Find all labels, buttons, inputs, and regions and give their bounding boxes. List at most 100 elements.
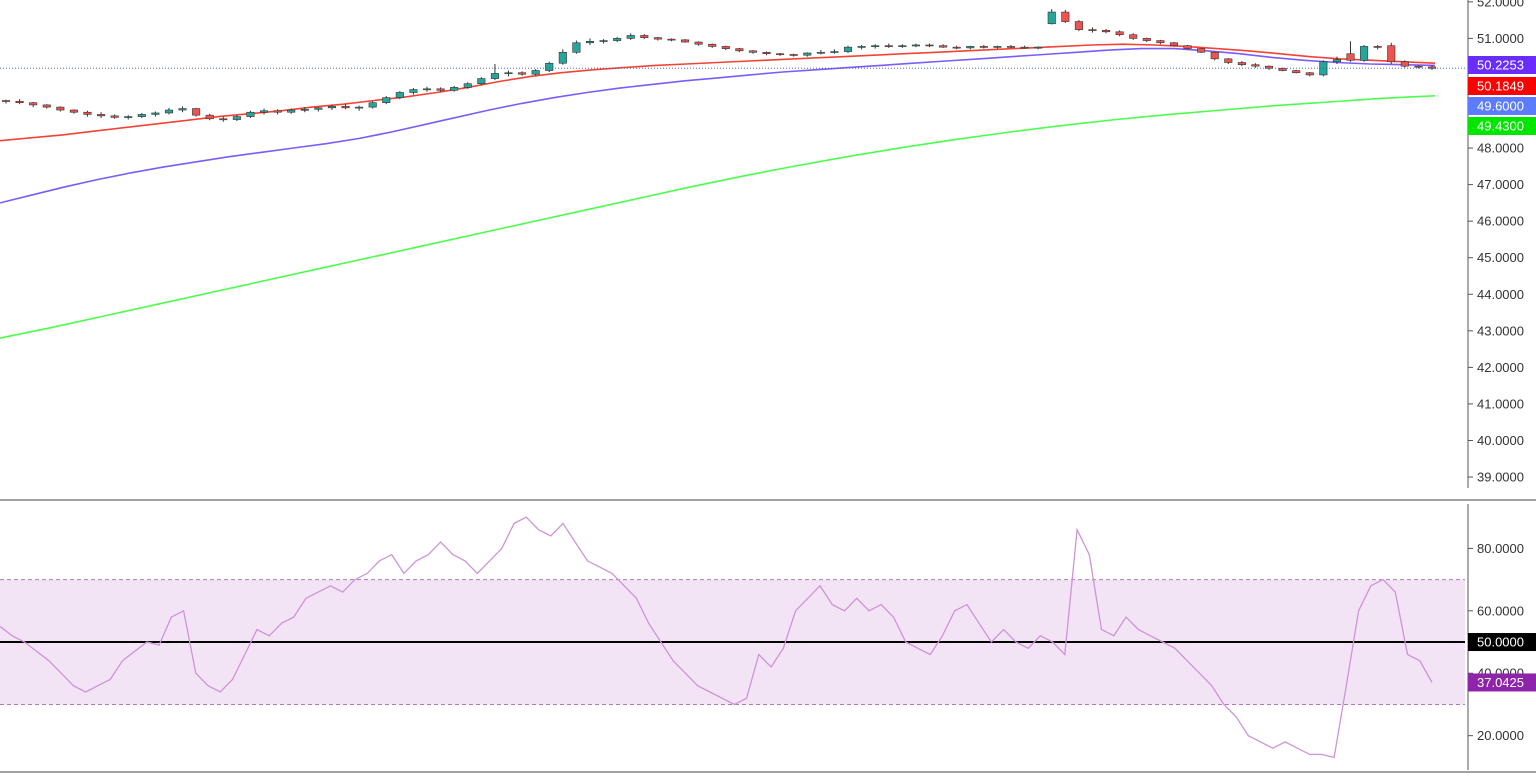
candle-body (1373, 46, 1382, 48)
candle (925, 43, 934, 48)
price-tick-label: 39.0000 (1477, 470, 1524, 485)
candle-body (56, 106, 65, 111)
candle-body (1020, 46, 1029, 49)
candle-body (776, 53, 785, 56)
candle-body (789, 54, 798, 56)
candle-body (1183, 45, 1192, 49)
candle (898, 44, 907, 48)
candle-body (287, 109, 296, 113)
candle (110, 114, 119, 119)
candle (395, 91, 404, 100)
candle (151, 111, 160, 117)
candle (490, 63, 499, 81)
candle (857, 44, 866, 50)
candle (314, 107, 323, 112)
candle (219, 116, 228, 122)
candle-body (1210, 51, 1219, 60)
candle (1142, 37, 1151, 43)
candle (409, 88, 418, 95)
candle (69, 109, 78, 114)
price-tick-label: 48.0000 (1477, 141, 1524, 156)
candle (1237, 61, 1246, 67)
candle-body (1102, 30, 1111, 33)
rsi-tag-label: 37.0425 (1477, 675, 1524, 690)
candle-body (1047, 11, 1056, 25)
candle-body (531, 70, 540, 75)
candle-body (979, 46, 988, 48)
candle-body (966, 46, 975, 49)
candle-body (246, 111, 255, 117)
candle-body (164, 109, 174, 114)
candle-body (260, 110, 269, 113)
candle-body (450, 87, 459, 91)
candle (137, 112, 146, 119)
candle (653, 36, 662, 41)
candle (681, 39, 690, 43)
rsi-tick-label: 80.0000 (1477, 541, 1524, 556)
rsi-tag: 50.0000 (1468, 633, 1536, 652)
candle-body (653, 37, 662, 40)
price-tag: 49.4300 (1468, 117, 1536, 135)
candle (260, 108, 269, 115)
candle (1292, 69, 1301, 74)
candle-body (341, 106, 350, 109)
candle-body (640, 35, 649, 38)
candle-body (69, 109, 78, 113)
candle-body (871, 45, 880, 47)
candle-body (857, 46, 866, 48)
candle-body (1237, 62, 1246, 66)
candle-body (42, 104, 51, 108)
candle (979, 44, 988, 49)
candle-body (1305, 72, 1314, 76)
candle-body (504, 72, 513, 75)
price-tick-label: 43.0000 (1477, 323, 1524, 338)
candle (640, 33, 649, 40)
candle-body (422, 88, 432, 91)
candle (1, 99, 11, 104)
candle (721, 45, 730, 51)
candle (952, 45, 961, 50)
price-tag-label: 49.6000 (1477, 99, 1524, 114)
price-tick-label: 40.0000 (1477, 433, 1524, 448)
candle-body (219, 118, 228, 121)
candle (1346, 41, 1355, 62)
candle-body (925, 44, 934, 47)
candle (205, 113, 214, 121)
candle (1387, 42, 1396, 64)
candle (762, 51, 771, 56)
candle-body (816, 51, 825, 54)
candle (572, 40, 581, 54)
candle (1074, 20, 1083, 32)
candle (15, 99, 24, 105)
candle (42, 104, 51, 109)
price-tag: 50.1849 (1468, 77, 1536, 95)
candle-body (721, 46, 730, 49)
candle-body (490, 73, 499, 79)
candle-body (1360, 46, 1369, 61)
candle (599, 39, 608, 44)
candle (911, 43, 920, 48)
ema-purple-line (0, 47, 1436, 204)
candle-body (911, 44, 920, 47)
candle-body (151, 112, 160, 115)
candle-body (694, 41, 703, 45)
trading-chart[interactable]: 39.0000 40.0000 41.0000 42.0000 43.0000 44.00… (0, 0, 1536, 775)
candle-body (803, 52, 812, 56)
ema-red-series (0, 43, 1436, 142)
candle (368, 101, 377, 109)
candle-body (830, 51, 839, 53)
candle (966, 45, 975, 50)
price-tick-label: 41.0000 (1477, 396, 1524, 411)
candle-body (1156, 40, 1165, 44)
candle-body (29, 102, 38, 106)
candle (1061, 9, 1070, 24)
candle-body (409, 89, 418, 93)
candle (1373, 44, 1382, 50)
candle-body (300, 108, 309, 111)
candle-body (1142, 38, 1151, 41)
candle (667, 38, 676, 42)
candle (504, 70, 513, 77)
candle (477, 77, 486, 86)
candle (1264, 65, 1274, 70)
candle (830, 49, 839, 54)
